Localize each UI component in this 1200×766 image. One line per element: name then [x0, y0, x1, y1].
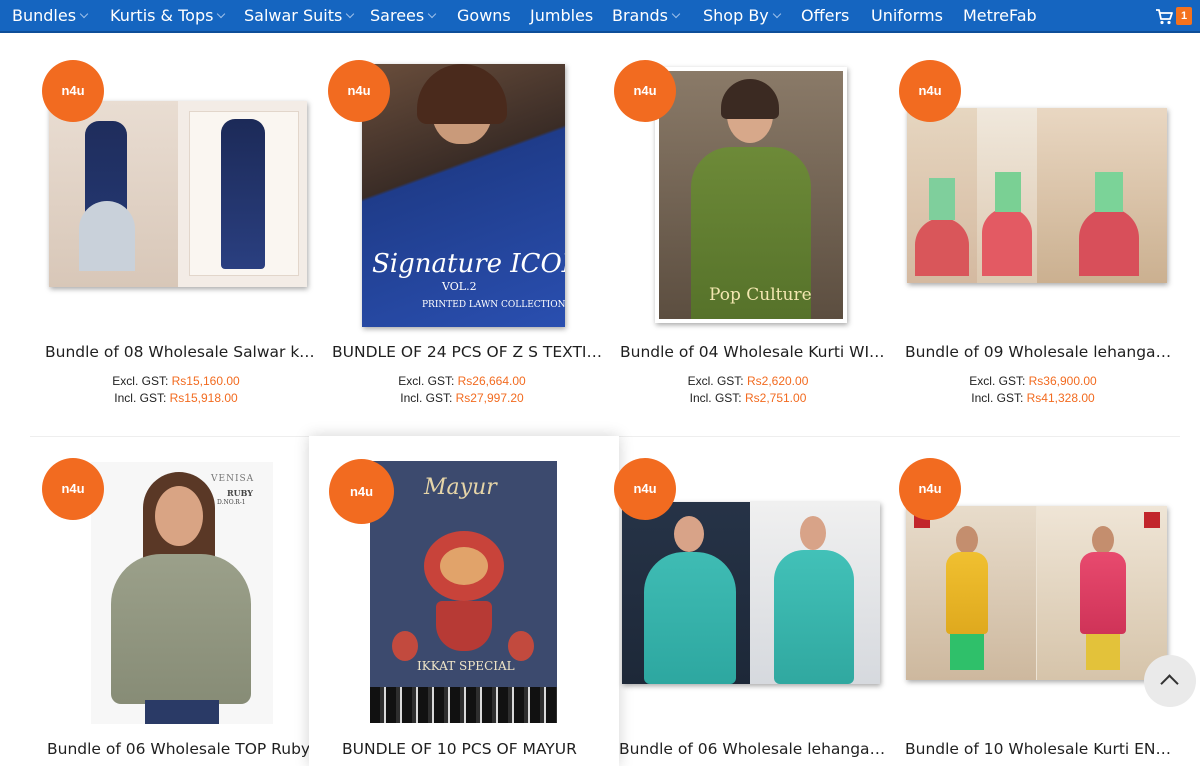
product-image[interactable]: Mayur IKKAT SPECIAL — [370, 461, 557, 723]
price-value: Rs2,751.00 — [744, 391, 807, 405]
product-card[interactable]: Pop Culture n4u Bundle of 04 Wholesale K… — [605, 55, 891, 425]
n4u-badge: n4u — [42, 60, 104, 122]
cart-count-badge: 1 — [1176, 7, 1192, 25]
image-caption: Pop Culture — [709, 285, 812, 305]
scroll-to-top-button[interactable] — [1144, 655, 1196, 707]
nav-item-salwar-suits[interactable]: Salwar Suits — [244, 0, 355, 33]
n4u-badge: n4u — [899, 458, 961, 520]
product-title[interactable]: BUNDLE OF 24 PCS OF Z S TEXTILES — [332, 343, 602, 361]
price-value: Rs2,620.00 — [746, 374, 809, 388]
price-value: Rs27,997.20 — [455, 391, 524, 405]
top-navigation-bar: Bundles Kurtis & Tops Salwar Suits Saree… — [0, 0, 1200, 33]
price-excl-gst: Excl. GST: Rs26,664.00 — [319, 374, 605, 388]
price-label: Incl. GST: — [971, 391, 1024, 405]
nav-label: Sarees — [370, 6, 425, 25]
chevron-down-icon — [346, 9, 355, 19]
image-caption: VOL.2 — [442, 280, 477, 293]
product-image[interactable] — [906, 506, 1167, 680]
image-caption: VENISA — [211, 474, 255, 484]
price-value: Rs26,664.00 — [457, 374, 526, 388]
price-incl-gst: Incl. GST: Rs27,997.20 — [319, 391, 605, 405]
nav-item-offers[interactable]: Offers — [801, 0, 849, 33]
price-value: Rs15,918.00 — [169, 391, 238, 405]
price-incl-gst: Incl. GST: Rs15,918.00 — [33, 391, 319, 405]
n4u-badge: n4u — [42, 458, 104, 520]
product-card[interactable]: n4u Bundle of 08 Wholesale Salwar kameez… — [33, 55, 319, 425]
image-caption: RUBY — [227, 488, 253, 498]
price-incl-gst: Incl. GST: Rs41,328.00 — [890, 391, 1176, 405]
price-label: Excl. GST: — [398, 374, 455, 388]
product-title[interactable]: Bundle of 04 Wholesale Kurti WITH — [620, 343, 890, 361]
nav-label: Gowns — [457, 6, 511, 25]
product-title[interactable]: BUNDLE OF 10 PCS OF MAYUR — [342, 740, 612, 758]
chevron-down-icon — [671, 9, 681, 19]
n4u-badge: n4u — [614, 60, 676, 122]
product-image[interactable]: Signature ICON VOL.2 PRINTED LAWN COLLEC… — [362, 64, 565, 327]
nav-item-brands[interactable]: Brands — [612, 0, 681, 33]
product-title[interactable]: Bundle of 09 Wholesale lehanga Jacket — [905, 343, 1175, 361]
n4u-badge: n4u — [614, 458, 676, 520]
price-excl-gst: Excl. GST: Rs2,620.00 — [605, 374, 891, 388]
product-card[interactable]: Signature ICON VOL.2 PRINTED LAWN COLLEC… — [319, 55, 605, 425]
product-image[interactable] — [907, 108, 1167, 283]
price-value: Rs36,900.00 — [1028, 374, 1097, 388]
product-image[interactable]: VENISA RUBY D.NO.R-1 — [91, 462, 273, 724]
nav-item-kurtis-tops[interactable]: Kurtis & Tops — [110, 0, 226, 33]
chevron-down-icon — [772, 9, 782, 19]
nav-item-sarees[interactable]: Sarees — [370, 0, 437, 33]
image-caption: Mayur — [424, 475, 497, 500]
n4u-badge: n4u — [328, 60, 390, 122]
nav-label: Salwar Suits — [244, 6, 343, 25]
n4u-badge: n4u — [329, 459, 394, 524]
price-label: Incl. GST: — [114, 391, 167, 405]
product-title[interactable]: Bundle of 08 Wholesale Salwar kameez — [45, 343, 315, 361]
product-title[interactable]: Bundle of 06 Wholesale lehanga 2 piece — [619, 740, 889, 758]
product-card[interactable]: Mayur IKKAT SPECIAL n4u BUNDLE OF 10 PCS… — [309, 436, 619, 766]
chevron-down-icon — [427, 9, 437, 19]
image-caption: D.NO.R-1 — [217, 499, 246, 506]
product-card[interactable]: n4u Bundle of 09 Wholesale lehanga Jacke… — [890, 55, 1176, 425]
chevron-down-icon — [79, 9, 89, 19]
nav-label: Jumbles — [530, 6, 594, 25]
price-label: Incl. GST: — [400, 391, 453, 405]
nav-label: Bundles — [12, 6, 77, 25]
nav-item-metrefab[interactable]: MetreFab — [963, 0, 1037, 33]
product-image[interactable]: Pop Culture — [655, 67, 847, 323]
image-caption: PRINTED LAWN COLLECTION — [422, 300, 565, 310]
price-label: Excl. GST: — [112, 374, 169, 388]
price-value: Rs15,160.00 — [171, 374, 240, 388]
cart-button[interactable]: 1 — [1154, 5, 1194, 27]
nav-item-bundles[interactable]: Bundles — [12, 0, 89, 33]
nav-label: Uniforms — [871, 6, 943, 25]
product-card[interactable]: n4u Bundle of 10 Wholesale Kurti ENAYA — [890, 452, 1176, 762]
shopping-cart-icon — [1156, 9, 1173, 25]
product-image[interactable] — [622, 502, 880, 684]
price-excl-gst: Excl. GST: Rs36,900.00 — [890, 374, 1176, 388]
product-card[interactable]: VENISA RUBY D.NO.R-1 n4u Bundle of 06 Wh… — [33, 452, 319, 762]
nav-label: Brands — [612, 6, 668, 25]
product-card[interactable]: n4u Bundle of 06 Wholesale lehanga 2 pie… — [605, 452, 891, 762]
price-value: Rs41,328.00 — [1026, 391, 1095, 405]
price-incl-gst: Incl. GST: Rs2,751.00 — [605, 391, 891, 405]
product-image[interactable] — [49, 101, 307, 287]
nav-item-uniforms[interactable]: Uniforms — [871, 0, 943, 33]
n4u-badge: n4u — [899, 60, 961, 122]
nav-item-jumbles[interactable]: Jumbles — [530, 0, 593, 33]
chevron-up-icon — [1160, 674, 1179, 693]
nav-label: Kurtis & Tops — [110, 6, 214, 25]
nav-label: MetreFab — [963, 6, 1037, 25]
nav-label: Offers — [801, 6, 850, 25]
price-label: Excl. GST: — [969, 374, 1026, 388]
price-excl-gst: Excl. GST: Rs15,160.00 — [33, 374, 319, 388]
price-label: Excl. GST: — [687, 374, 744, 388]
image-caption: IKKAT SPECIAL — [417, 659, 515, 673]
nav-item-gowns[interactable]: Gowns — [457, 0, 511, 33]
image-caption: Signature ICON — [372, 249, 565, 279]
price-label: Incl. GST: — [689, 391, 742, 405]
nav-label: Shop By — [703, 6, 769, 25]
product-title[interactable]: Bundle of 06 Wholesale TOP Ruby — [47, 740, 317, 758]
chevron-down-icon — [217, 9, 226, 19]
product-title[interactable]: Bundle of 10 Wholesale Kurti ENAYA — [905, 740, 1175, 758]
nav-item-shop-by[interactable]: Shop By — [703, 0, 782, 33]
